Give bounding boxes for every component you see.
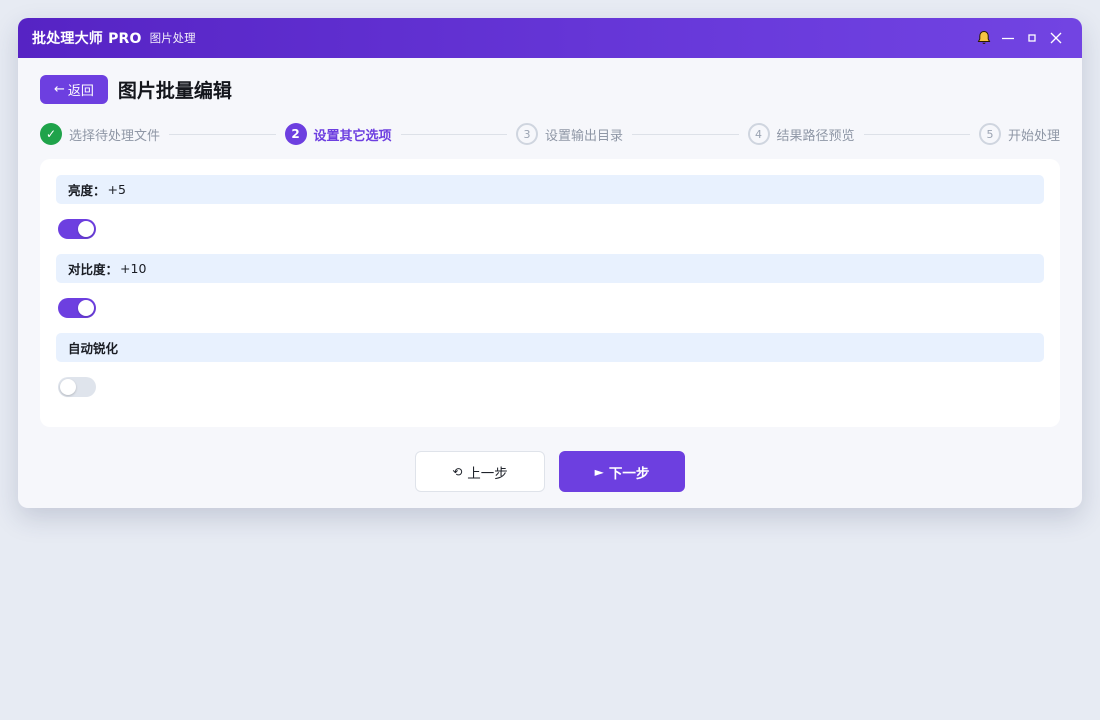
options-card: 亮度： +5 对比度： +10 自动锐化 [40, 159, 1060, 427]
step-label: 开始处理 [1008, 128, 1061, 144]
back-button[interactable]: ← 返回 [40, 74, 108, 104]
undo-icon: ⟲ [452, 464, 463, 479]
previous-step-label: 上一步 [467, 465, 508, 482]
maximize-button[interactable] [1020, 26, 1044, 50]
option-row [56, 283, 1044, 333]
option-label: 自动锐化 [68, 341, 119, 356]
next-step-label: 下一步 [608, 465, 650, 482]
main-content: ← 返回 图片批量编辑 ✓ 选择待处理文件 2 设置其它选项 3 设置输出目录 … [18, 58, 1082, 492]
close-button[interactable] [1044, 26, 1068, 50]
step-path-preview[interactable]: 4 结果路径预览 [747, 123, 855, 145]
step-select-files[interactable]: ✓ 选择待处理文件 [40, 123, 160, 145]
app-name: 批处理大师 PRO [32, 31, 142, 47]
auto-sharpen-toggle[interactable] [58, 377, 96, 397]
option-label: 对比度： [68, 262, 119, 277]
option-value: +5 [107, 182, 126, 197]
step-other-options[interactable]: 2 设置其它选项 [284, 123, 392, 145]
wizard-footer: ⟲ 上一步 ► 下一步 [40, 451, 1060, 492]
brightness-toggle[interactable] [58, 219, 96, 239]
page-title: 图片批量编辑 [117, 79, 232, 102]
toggle-knob [78, 300, 94, 316]
step-label: 结果路径预览 [776, 128, 855, 144]
step-connector [400, 133, 507, 135]
step-number: 3 [516, 123, 538, 145]
toggle-knob [78, 221, 94, 237]
option-row [56, 362, 1044, 412]
step-number: 4 [747, 123, 770, 145]
option-contrast-header: 对比度： +10 [56, 254, 1044, 283]
bell-icon [977, 30, 991, 45]
app-window: 批处理大师 PRO 图片处理 ← 返回 图片批量编辑 ✓ 选择待处理文件 2 设… [18, 18, 1082, 508]
step-number: 2 [284, 123, 307, 145]
option-sharpen-header: 自动锐化 [56, 333, 1044, 362]
play-icon: ► [594, 464, 604, 479]
back-button-label: 返回 [67, 83, 94, 99]
option-label: 亮度： [68, 183, 106, 198]
maximize-icon [1028, 34, 1036, 42]
title-bar: 批处理大师 PRO 图片处理 [18, 18, 1082, 58]
next-step-button[interactable]: ► 下一步 [559, 451, 685, 492]
check-icon: ✓ [40, 123, 62, 145]
previous-step-button[interactable]: ⟲ 上一步 [415, 451, 545, 492]
page-header: ← 返回 图片批量编辑 [40, 74, 1060, 104]
toggle-knob [60, 379, 76, 395]
step-connector [169, 133, 276, 135]
option-value: +10 [120, 261, 147, 276]
back-arrow-icon: ← [54, 81, 65, 97]
step-connector [863, 133, 970, 135]
option-brightness-header: 亮度： +5 [56, 175, 1044, 204]
window-controls [972, 26, 1068, 50]
step-output-dir[interactable]: 3 设置输出目录 [516, 123, 623, 145]
minimize-button[interactable] [996, 26, 1020, 50]
wizard-stepper: ✓ 选择待处理文件 2 设置其它选项 3 设置输出目录 4 结果路径预览 5 开… [40, 122, 1060, 146]
step-label: 设置输出目录 [545, 128, 624, 144]
step-connector [632, 133, 739, 135]
step-label: 设置其它选项 [313, 128, 392, 144]
notification-button[interactable] [972, 26, 996, 50]
minimize-icon [1002, 37, 1014, 40]
step-label: 选择待处理文件 [69, 128, 161, 144]
step-number: 5 [979, 123, 1001, 145]
option-row [56, 204, 1044, 254]
app-subtitle: 图片处理 [149, 31, 196, 45]
contrast-toggle[interactable] [58, 298, 96, 318]
close-icon [1050, 32, 1062, 44]
step-start-processing[interactable]: 5 开始处理 [979, 123, 1060, 145]
